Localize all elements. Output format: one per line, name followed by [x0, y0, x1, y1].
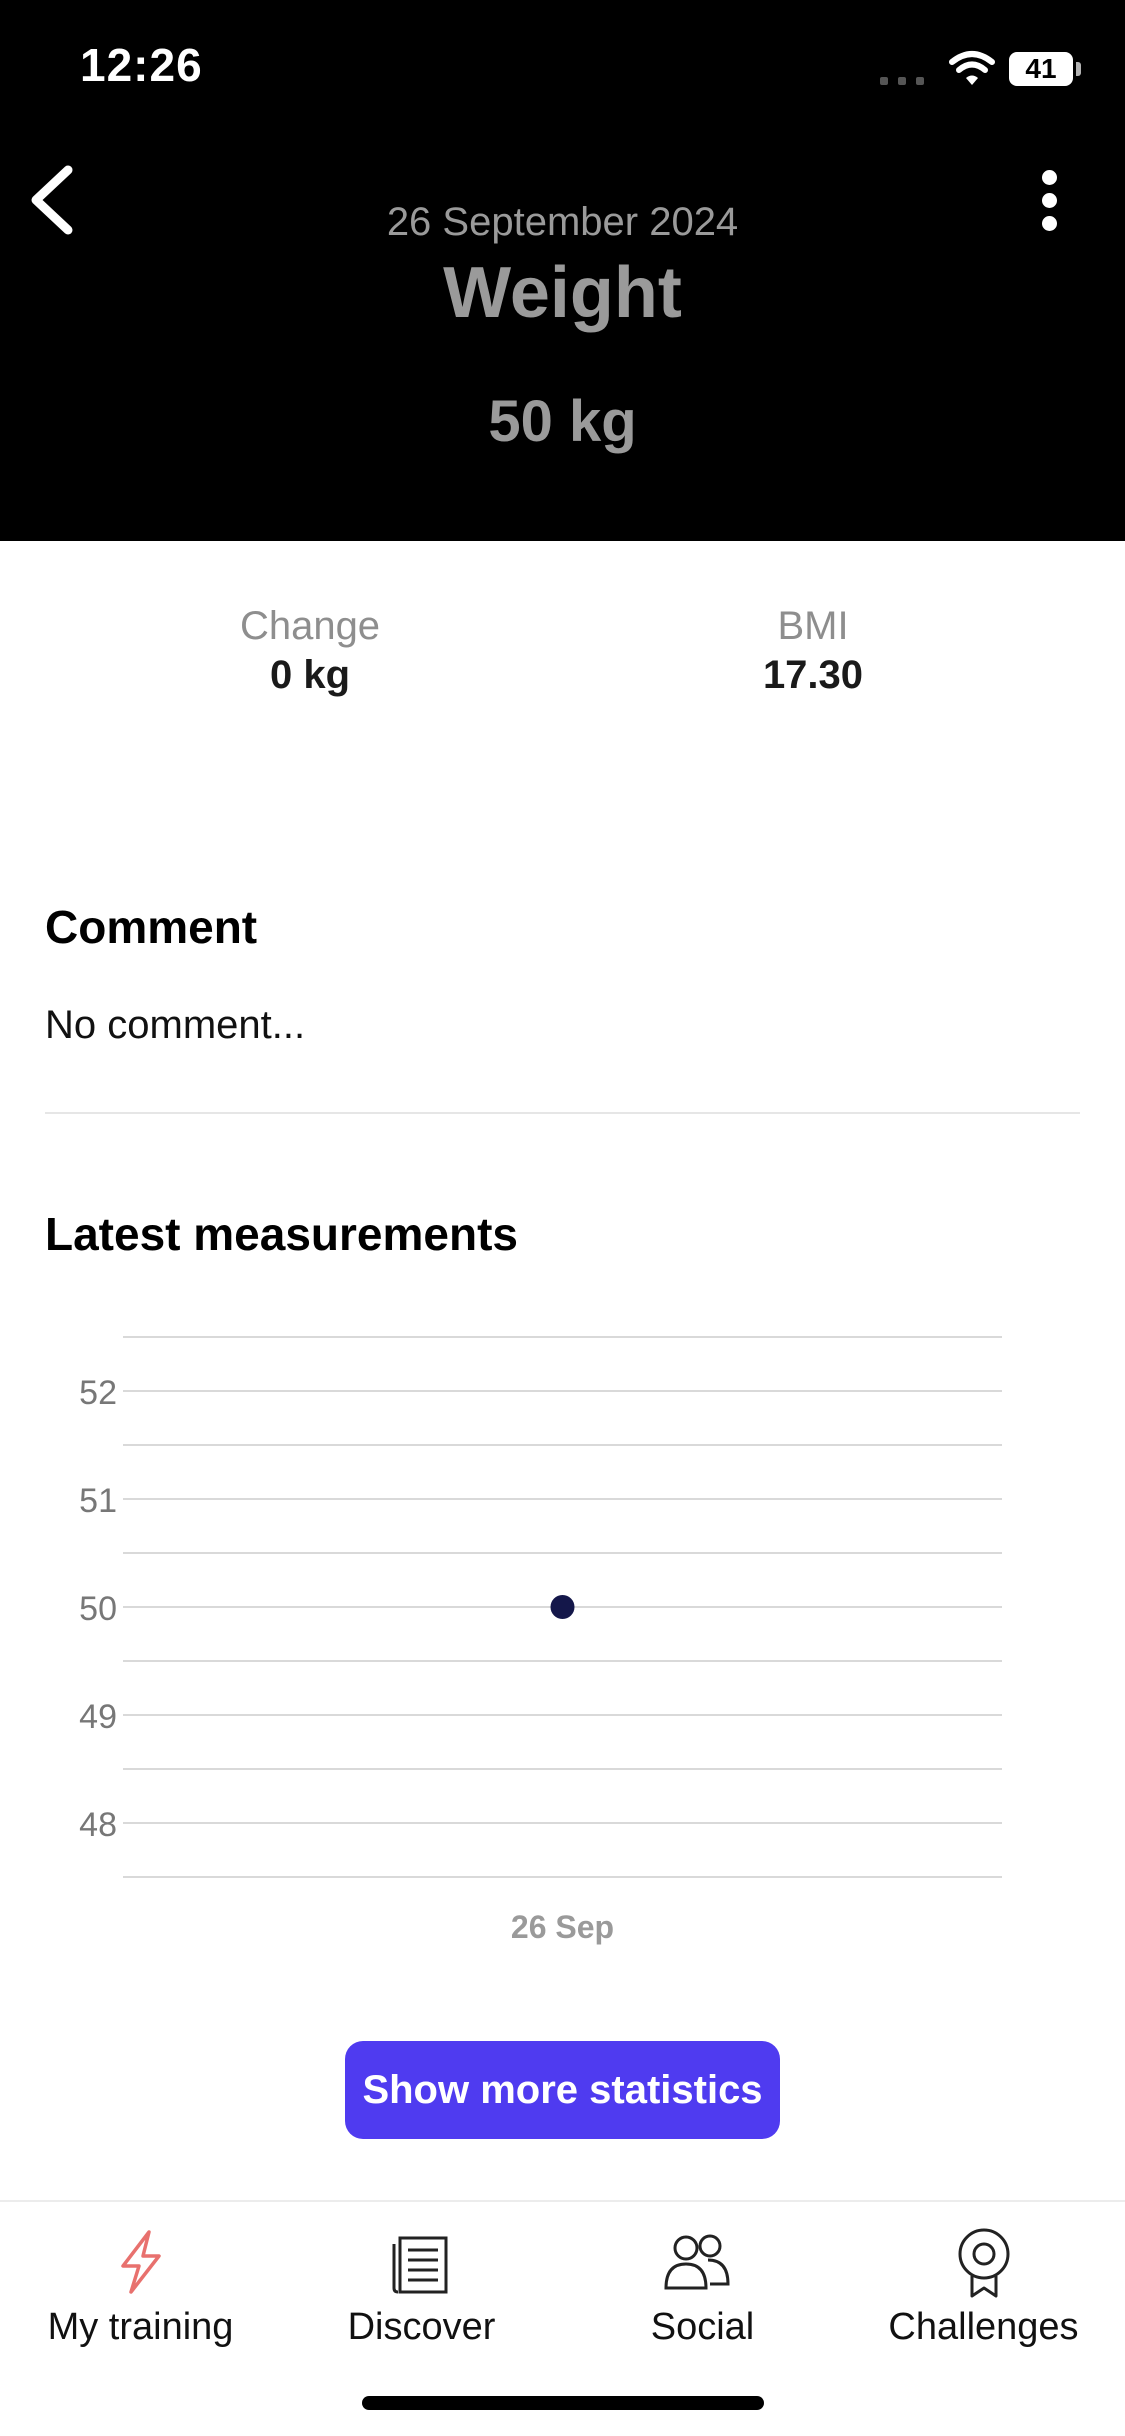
home-indicator — [362, 2396, 764, 2410]
change-label: Change — [239, 604, 381, 648]
tab-social[interactable]: Social — [562, 2202, 843, 2402]
bmi-value: 17.30 — [762, 653, 864, 697]
weight-chart: 52 51 50 49 48 26 Sep — [79, 1336, 1002, 1945]
tab-challenges[interactable]: Challenges — [843, 2202, 1124, 2402]
comment-text[interactable]: No comment... — [45, 1003, 305, 1048]
divider — [45, 1112, 1080, 1114]
battery-cap — [1076, 62, 1081, 76]
tab-label: Social — [650, 2306, 755, 2348]
award-icon — [958, 2228, 1010, 2298]
page-title: Weight — [443, 253, 682, 333]
data-point[interactable] — [550, 1595, 575, 1619]
bmi-label: BMI — [777, 604, 849, 648]
measurements-title: Latest measurements — [45, 1208, 518, 1260]
comment-title: Comment — [45, 901, 258, 953]
show-more-statistics-button[interactable]: Show more statistics — [345, 2041, 780, 2139]
y-tick-label: 50 — [79, 1590, 117, 1628]
change-value: 0 kg — [269, 653, 351, 697]
y-tick-label: 48 — [79, 1806, 117, 1844]
wifi-icon — [949, 51, 995, 85]
bmi-stat: BMI 17.30 — [613, 604, 1013, 698]
tab-label: My training — [47, 2306, 234, 2348]
tab-label: Discover — [347, 2306, 496, 2348]
status-time: 12:26 — [80, 39, 203, 91]
header: 12:26 41 26 September 2024 Weight 50 kg — [0, 0, 1125, 541]
tab-my-training[interactable]: My training — [0, 2202, 281, 2402]
more-vertical-icon — [1042, 170, 1057, 185]
tab-discover[interactable]: Discover — [281, 2202, 562, 2402]
tab-label: Challenges — [888, 2306, 1079, 2348]
entry-date: 26 September 2024 — [386, 200, 739, 244]
cellular-signal-icon — [880, 72, 934, 90]
y-tick-label: 51 — [79, 1482, 117, 1520]
y-tick-label: 49 — [79, 1698, 117, 1736]
weight-value: 50 kg — [488, 389, 637, 454]
people-icon — [664, 2234, 730, 2290]
change-stat: Change 0 kg — [110, 604, 510, 698]
lightning-icon — [121, 2230, 161, 2294]
x-tick-label: 26 Sep — [511, 1909, 614, 1945]
y-tick-label: 52 — [79, 1374, 117, 1412]
document-icon — [392, 2236, 448, 2294]
battery-icon: 41 — [1009, 52, 1073, 86]
